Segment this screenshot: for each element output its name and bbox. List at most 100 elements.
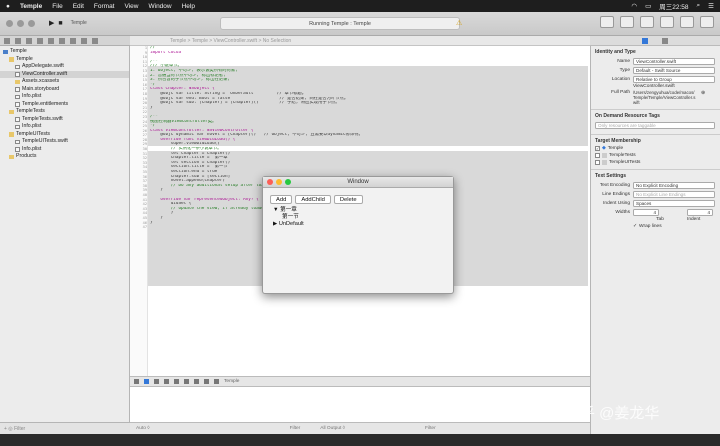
navigator-item[interactable]: ViewController.swift	[0, 70, 129, 78]
issue-icon[interactable]	[48, 37, 54, 44]
step-in-icon[interactable]	[174, 379, 179, 384]
navigator-item[interactable]: Info.plist	[0, 146, 129, 154]
variables-filter[interactable]: Filter	[290, 426, 301, 431]
navigator-item[interactable]: Temple	[0, 48, 129, 56]
target-temple[interactable]: ✓ ◆ Temple	[595, 146, 717, 151]
menu-app-name[interactable]: Temple	[20, 3, 42, 10]
step-out-icon[interactable]	[184, 379, 189, 384]
minimize-window-button[interactable]	[17, 20, 24, 27]
memory-graph-icon[interactable]	[204, 379, 209, 384]
test-icon[interactable]	[59, 37, 65, 44]
run-icon[interactable]: ▶	[49, 20, 54, 27]
menu-edit[interactable]: Edit	[73, 3, 84, 10]
console-area[interactable]	[130, 387, 590, 422]
breakpoint-icon[interactable]	[81, 37, 87, 44]
view-hierarchy-icon[interactable]	[194, 379, 199, 384]
outline-row[interactable]: ▶ UnDefault	[273, 221, 304, 228]
type-select[interactable]: Default - Swift Source	[633, 67, 715, 74]
apple-icon[interactable]: ●	[6, 3, 10, 10]
stop-icon[interactable]: ■	[58, 20, 62, 27]
name-field[interactable]: ViewController.swift	[633, 58, 715, 65]
warning-icon[interactable]: ⚠	[456, 19, 466, 28]
indent-using-select[interactable]: Spaces	[633, 200, 715, 207]
navigator-item[interactable]: TempleUITests	[0, 131, 129, 139]
find-icon[interactable]	[37, 37, 43, 44]
file-inspector-icon[interactable]	[642, 37, 648, 44]
editor-version-icon[interactable]	[640, 16, 654, 28]
report-icon[interactable]	[92, 37, 98, 44]
wrap-lines-row[interactable]: ✓ Wrap lines	[595, 224, 717, 229]
navigator-filter[interactable]: + ◎ Filter	[0, 422, 130, 434]
jump-bar[interactable]: Temple > Temple > ViewController.swift >…	[130, 36, 590, 46]
battery-icon[interactable]: ▭	[645, 2, 651, 10]
checkmark-icon[interactable]: ✓	[633, 224, 637, 229]
full-path-row: Full Path /Users/zengyuhua/code/macos/Te…	[595, 90, 717, 105]
list-icon[interactable]: ☰	[708, 2, 714, 10]
menu-view[interactable]: View	[125, 3, 139, 10]
scheme-selector[interactable]: Temple	[71, 20, 87, 27]
add-child-button[interactable]: AddChild	[295, 195, 331, 204]
close-window-button[interactable]	[6, 20, 13, 27]
navigator-item[interactable]: Info.plist	[0, 123, 129, 131]
checkbox-checked-icon[interactable]: ✓	[595, 146, 600, 151]
menu-window[interactable]: Window	[148, 3, 171, 10]
navigator-item[interactable]: Products	[0, 153, 129, 161]
wifi-icon[interactable]: ◠	[631, 2, 637, 10]
outline-view[interactable]: ▼ 第一章 第一节 ▶ UnDefault	[273, 207, 304, 228]
close-icon[interactable]	[267, 179, 273, 185]
zoom-window-button[interactable]	[28, 20, 35, 27]
checkbox-icon[interactable]	[595, 160, 600, 165]
step-over-icon[interactable]	[164, 379, 169, 384]
encoding-select[interactable]: No Explicit Encoding	[633, 182, 715, 189]
indent-width-stepper[interactable]: 4	[687, 209, 713, 216]
location-select[interactable]: Relative to Group	[633, 76, 715, 83]
navigator-item[interactable]: Temple.entitlements	[0, 101, 129, 109]
editor-assistant-icon[interactable]	[620, 16, 634, 28]
line-endings-select[interactable]: No Explicit Line Endings	[633, 191, 715, 198]
reveal-in-finder-icon[interactable]: ⊕	[701, 90, 705, 96]
simulate-location-icon[interactable]	[214, 379, 219, 384]
navigator-item[interactable]: Assets.xcassets	[0, 78, 129, 86]
folder-icon[interactable]	[4, 37, 10, 44]
menu-help[interactable]: Help	[182, 3, 195, 10]
output-selector[interactable]: All Output ◊	[320, 426, 345, 431]
pause-icon[interactable]	[154, 379, 159, 384]
menu-file[interactable]: File	[52, 3, 62, 10]
toggle-inspector-icon[interactable]	[700, 16, 714, 28]
file-icon	[15, 64, 20, 69]
target-tests[interactable]: TempleTests	[595, 153, 717, 158]
odr-tags-field[interactable]: Only resources are taggable	[595, 122, 715, 129]
outline-row[interactable]: ▼ 第一章	[273, 207, 304, 214]
menu-clock[interactable]: 周三22:58	[659, 1, 688, 11]
membership-section-title: Target Membership	[595, 138, 641, 144]
source-control-icon[interactable]	[15, 37, 21, 44]
variables-scope[interactable]: Auto ◊	[136, 426, 150, 431]
navigator-item[interactable]: TempleTests.swift	[0, 116, 129, 124]
toggle-navigator-icon[interactable]	[660, 16, 674, 28]
tab-width-stepper[interactable]: 4	[633, 209, 659, 216]
toggle-debug-icon[interactable]	[680, 16, 694, 28]
search-icon[interactable]: ⌕	[697, 2, 701, 10]
debug-icon[interactable]	[70, 37, 76, 44]
hide-debug-icon[interactable]	[134, 379, 139, 384]
navigator-item[interactable]: TempleTests	[0, 108, 129, 116]
add-button[interactable]: Add	[270, 195, 293, 204]
breakpoints-toggle-icon[interactable]	[144, 379, 149, 384]
delete-button[interactable]: Delete	[333, 195, 363, 204]
navigator-item[interactable]: Temple	[0, 56, 129, 64]
checkbox-icon[interactable]	[595, 153, 600, 158]
editor-standard-icon[interactable]	[600, 16, 614, 28]
minimize-icon[interactable]	[276, 179, 282, 185]
navigator-item[interactable]: Info.plist	[0, 93, 129, 101]
debug-target[interactable]: Temple	[224, 379, 239, 384]
navigator-item[interactable]: AppDelegate.swift	[0, 63, 129, 71]
outline-row[interactable]: 第一节	[273, 214, 304, 221]
navigator-item[interactable]: TempleUITests.swift	[0, 138, 129, 146]
target-uitests[interactable]: TempleUITests	[595, 160, 717, 165]
symbol-icon[interactable]	[26, 37, 32, 44]
quick-help-icon[interactable]	[662, 37, 668, 44]
navigator-item[interactable]: Main.storyboard	[0, 86, 129, 94]
zoom-icon[interactable]	[285, 179, 291, 185]
console-filter[interactable]: Filter	[425, 426, 436, 431]
menu-format[interactable]: Format	[94, 3, 115, 10]
